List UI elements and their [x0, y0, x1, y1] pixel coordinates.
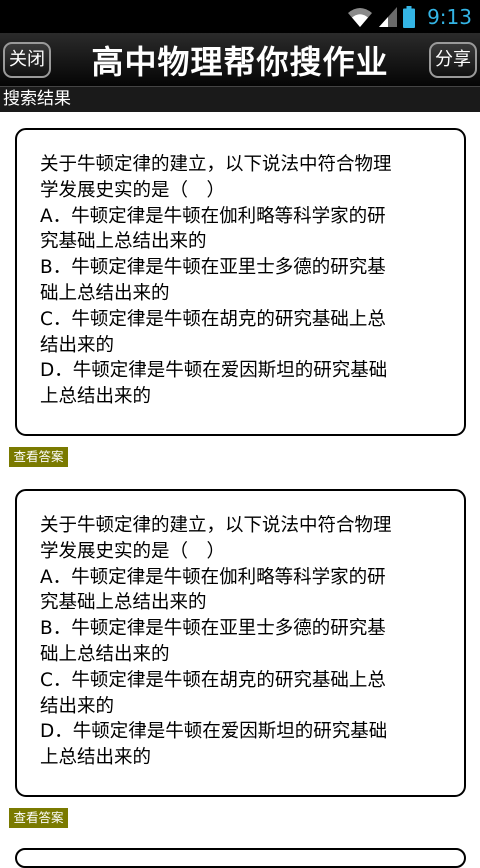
status-time: 9:13: [427, 5, 472, 29]
share-button[interactable]: 分享: [429, 42, 477, 78]
result-card: 关于牛顿定律的建立，以下说法中符合物理 学发展史实的是（ ） A．牛顿定律是牛顿…: [15, 128, 466, 436]
result-card-partial: [15, 848, 466, 868]
option-a-line: 究基础上总结出来的: [40, 592, 207, 614]
option-a-line: 究基础上总结出来的: [40, 231, 207, 253]
option-d-line: 上总结出来的: [40, 747, 152, 769]
status-icons: 9:13: [347, 3, 472, 31]
section-header: 搜索结果: [0, 87, 480, 112]
signal-icon: [379, 7, 398, 27]
option-a-line: A．牛顿定律是牛顿在伽利略等科学家的研: [40, 566, 386, 588]
option-b-line: B．牛顿定律是牛顿在亚里士多德的研究基: [40, 257, 386, 279]
option-a-line: A．牛顿定律是牛顿在伽利略等科学家的研: [40, 205, 386, 227]
option-c-line: C．牛顿定律是牛顿在胡克的研究基础上总: [40, 669, 386, 691]
status-bar: 9:13: [0, 0, 480, 33]
option-d-line: D．牛顿定律是牛顿在爱因斯坦的研究基础: [40, 360, 388, 382]
page-title: 高中物理帮你搜作业: [91, 42, 389, 81]
option-c-line: 结出来的: [40, 334, 115, 356]
view-answer-button[interactable]: 查看答案: [9, 447, 68, 467]
option-d-line: D．牛顿定律是牛顿在爱因斯坦的研究基础: [40, 721, 388, 743]
battery-icon: [403, 6, 416, 28]
option-b-line: 础上总结出来的: [40, 282, 170, 304]
title-bar: 关闭 高中物理帮你搜作业 分享: [0, 33, 480, 87]
option-d-line: 上总结出来的: [40, 386, 152, 408]
result-card: 关于牛顿定律的建立，以下说法中符合物理 学发展史实的是（ ） A．牛顿定律是牛顿…: [15, 489, 466, 797]
wifi-icon: [348, 8, 373, 27]
option-b-line: 础上总结出来的: [40, 643, 170, 665]
question-line: 学发展史实的是（ ）: [40, 540, 226, 562]
option-b-line: B．牛顿定律是牛顿在亚里士多德的研究基: [40, 618, 386, 640]
question-line: 学发展史实的是（ ）: [40, 179, 226, 201]
question-line: 关于牛顿定律的建立，以下说法中符合物理: [40, 154, 392, 175]
option-c-line: 结出来的: [40, 695, 115, 717]
question-line: 关于牛顿定律的建立，以下说法中符合物理: [40, 515, 392, 536]
option-c-line: C．牛顿定律是牛顿在胡克的研究基础上总: [40, 308, 386, 330]
view-answer-button[interactable]: 查看答案: [9, 808, 68, 828]
close-button[interactable]: 关闭: [3, 42, 51, 78]
